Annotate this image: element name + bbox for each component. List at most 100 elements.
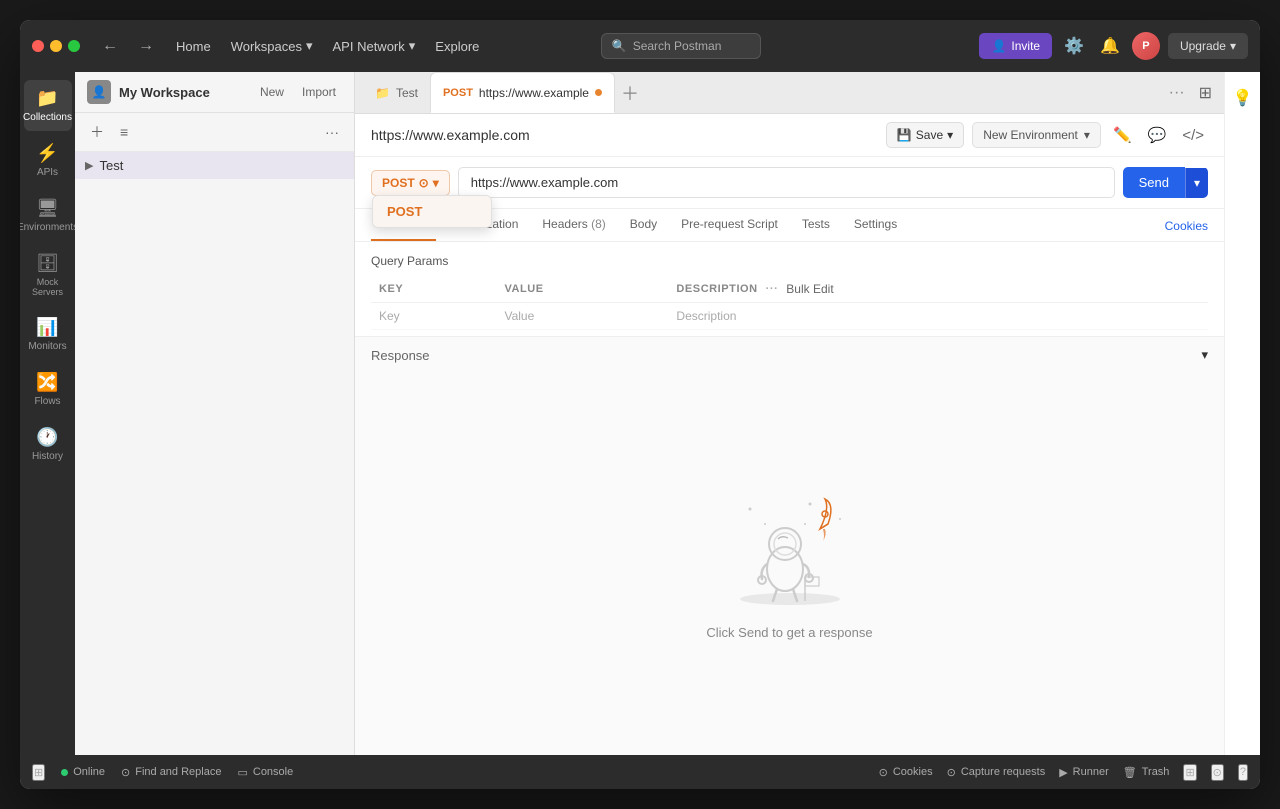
sidebar-item-mock-servers[interactable]: 🗄 Mock Servers xyxy=(24,245,72,305)
save-chevron-icon: ▾ xyxy=(947,128,953,142)
sidebar-item-collections[interactable]: 📁 Collections xyxy=(24,80,72,131)
code-button[interactable]: </> xyxy=(1178,123,1208,148)
add-collection-btn[interactable]: ＋ xyxy=(85,119,109,145)
post-tab[interactable]: POST https://www.example xyxy=(430,72,615,113)
sidebar-item-history-label: History xyxy=(32,451,63,462)
share-btn[interactable]: ⊙ xyxy=(1211,764,1224,781)
bulk-edit-button[interactable]: Bulk Edit xyxy=(786,282,833,296)
tab-pre-request-script[interactable]: Pre-request Script xyxy=(669,209,790,241)
maximize-button[interactable] xyxy=(68,40,80,52)
find-replace-label: Find and Replace xyxy=(135,766,221,778)
workspace-name: My Workspace xyxy=(119,85,254,100)
online-label: Online xyxy=(73,766,105,778)
response-chevron-icon: ▾ xyxy=(1201,347,1208,363)
env-selector[interactable]: New Environment ▾ xyxy=(972,122,1101,148)
right-sidebar-lightbulb-btn[interactable]: 💡 xyxy=(1227,82,1259,114)
sidebar-item-monitors[interactable]: 📊 Monitors xyxy=(24,309,72,360)
apis-icon: ⚡ xyxy=(36,143,58,164)
method-selector[interactable]: POST ⊙ ▾ POST xyxy=(371,170,450,196)
invite-button[interactable]: 👤 Invite xyxy=(979,33,1052,59)
sidebar-item-history[interactable]: 🕐 History xyxy=(24,419,72,470)
description-cell[interactable]: Description xyxy=(668,303,1208,330)
tab-body[interactable]: Body xyxy=(618,209,669,241)
minimize-button[interactable] xyxy=(50,40,62,52)
avatar: P xyxy=(1132,32,1160,60)
back-button[interactable]: ← xyxy=(96,33,124,59)
edit-button[interactable]: ✏️ xyxy=(1109,122,1136,148)
postman-window: ← → Home Workspaces ▾ API Network ▾ Expl… xyxy=(20,20,1260,789)
search-bar[interactable]: 🔍 Search Postman xyxy=(601,33,761,59)
traffic-lights xyxy=(32,40,80,52)
send-dropdown-button[interactable]: ▾ xyxy=(1185,168,1208,198)
console-label: Console xyxy=(253,766,293,778)
env-selector-label: New Environment xyxy=(983,128,1078,142)
sidebar-item-mock-servers-label: Mock Servers xyxy=(30,277,66,297)
sidebar-item-environments[interactable]: 🖥 Environments xyxy=(24,190,72,241)
search-placeholder: Search Postman xyxy=(633,39,722,53)
api-network-link[interactable]: API Network ▾ xyxy=(325,33,424,59)
new-button[interactable]: New xyxy=(254,82,290,102)
help-btn[interactable]: ? xyxy=(1238,764,1248,781)
comment-button[interactable]: 💬 xyxy=(1144,122,1171,148)
save-button[interactable]: 💾 Save ▾ xyxy=(886,122,964,148)
key-cell[interactable]: Key xyxy=(371,303,496,330)
grid-btn[interactable]: ⊞ xyxy=(1183,764,1196,781)
send-button[interactable]: Send xyxy=(1123,167,1185,198)
test-tab[interactable]: 📁 Test xyxy=(363,72,430,113)
method-icon: ⊙ xyxy=(419,176,429,190)
workspace-icon: 👤 xyxy=(87,80,111,104)
trash-item[interactable]: 🗑 Trash xyxy=(1123,764,1170,781)
find-replace-item[interactable]: ⊙ Find and Replace xyxy=(121,766,221,779)
sidebar-item-monitors-label: Monitors xyxy=(28,341,66,352)
add-tab-button[interactable]: ＋ xyxy=(615,78,645,108)
tab-settings[interactable]: Settings xyxy=(842,209,909,241)
cookies-item[interactable]: ⊙ Cookies xyxy=(879,764,933,781)
workspaces-link[interactable]: Workspaces ▾ xyxy=(223,33,321,59)
tab-headers[interactable]: Headers (8) xyxy=(530,209,617,241)
forward-button[interactable]: → xyxy=(132,33,160,59)
notifications-button[interactable]: 🔔 xyxy=(1096,32,1124,60)
collection-item[interactable]: ▶ Test xyxy=(75,152,354,179)
console-item[interactable]: ▭ Console xyxy=(237,766,293,779)
sidebar-item-environments-label: Environments xyxy=(20,222,78,233)
capture-item[interactable]: ⊙ Capture requests xyxy=(947,764,1046,781)
left-panel-header: 👤 My Workspace New Import xyxy=(75,72,354,113)
home-link[interactable]: Home xyxy=(168,34,219,59)
trash-icon: 🗑 xyxy=(1123,766,1137,779)
find-replace-icon: ⊙ xyxy=(121,766,130,779)
workspaces-chevron-icon: ▾ xyxy=(306,38,313,54)
explore-link[interactable]: Explore xyxy=(427,34,487,59)
tab-tests[interactable]: Tests xyxy=(790,209,842,241)
tabs-right: ··· ⊞ xyxy=(1163,79,1216,107)
value-cell[interactable]: Value xyxy=(496,303,668,330)
settings-button[interactable]: ⚙️ xyxy=(1060,32,1088,60)
env-panel-button[interactable]: ⊞ xyxy=(1195,79,1216,107)
method-option-post[interactable]: POST xyxy=(373,196,491,227)
cookies-link[interactable]: Cookies xyxy=(1165,219,1208,233)
sidebar-toggle-btn[interactable]: ⊞ xyxy=(32,764,45,781)
description-label: DESCRIPTION xyxy=(676,283,757,295)
tab-more-button[interactable]: ··· xyxy=(1163,82,1191,104)
header-actions: New Import xyxy=(254,82,342,102)
more-options-btn[interactable]: ··· xyxy=(320,121,344,143)
more-params-icon[interactable]: ··· xyxy=(766,283,779,295)
runner-item[interactable]: ▶ Runner xyxy=(1059,764,1109,781)
nav-links: Home Workspaces ▾ API Network ▾ Explore xyxy=(168,33,487,59)
trash-label: Trash xyxy=(1142,766,1170,778)
response-title: Response xyxy=(371,348,1201,363)
response-header[interactable]: Response ▾ xyxy=(355,337,1224,373)
runner-icon: ▶ xyxy=(1059,766,1067,779)
filter-btn[interactable]: ≡ xyxy=(115,121,133,143)
bottom-right: ⊙ Cookies ⊙ Capture requests ▶ Runner 🗑 … xyxy=(879,764,1248,781)
status-dot xyxy=(61,769,68,776)
sidebar-item-flows[interactable]: 🔀 Flows xyxy=(24,364,72,415)
capture-label: Capture requests xyxy=(961,766,1045,778)
import-button[interactable]: Import xyxy=(296,82,342,102)
sidebar-item-apis[interactable]: ⚡ APIs xyxy=(24,135,72,186)
content-wrapper: 📁 Test POST https://www.example ＋ ··· ⊞ xyxy=(355,72,1224,755)
test-tab-icon: 📁 xyxy=(375,86,390,100)
upgrade-button[interactable]: Upgrade ▾ xyxy=(1168,33,1248,59)
save-label: Save xyxy=(916,128,943,142)
close-button[interactable] xyxy=(32,40,44,52)
url-input[interactable] xyxy=(458,167,1115,198)
